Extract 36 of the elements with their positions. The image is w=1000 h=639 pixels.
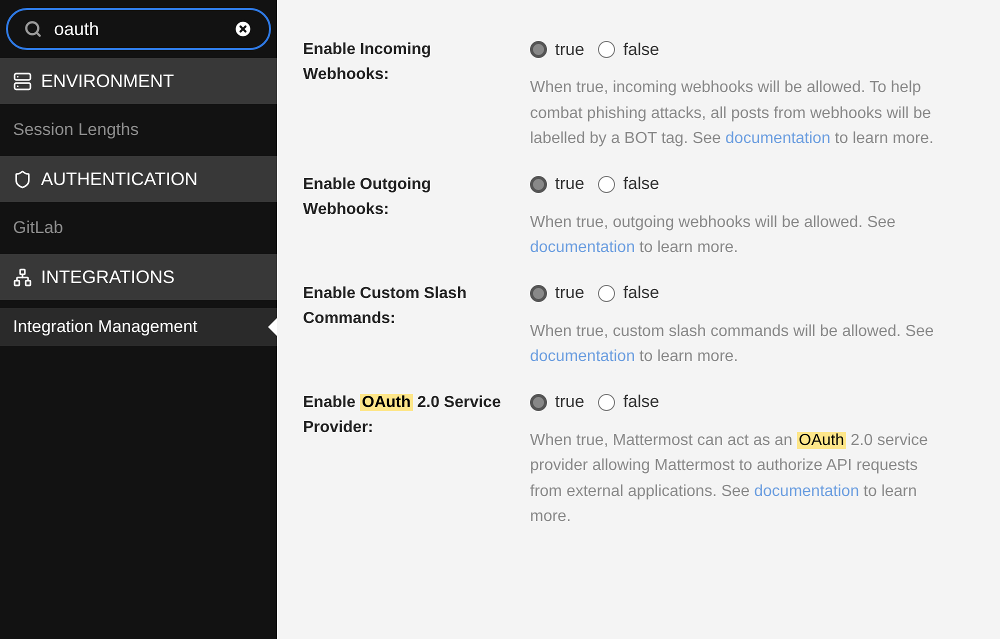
radio-icon[interactable] [598, 41, 616, 58]
help-text: When true, custom slash commands will be allowed. See documentation to learn more. [530, 322, 935, 367]
help-text: When true, outgoing webhooks will be allowed. See documentation to learn more. [530, 212, 897, 258]
help-text: When true, Mattermost can act as an OAuth 2.0 service provider allowing Mattermost to authorize API requests from external applications. See documentation to learn more. [530, 430, 929, 527]
radio-option[interactable]: false [598, 171, 660, 197]
section-header: INTEGRATIONS [0, 254, 277, 300]
radio-option[interactable]: true [530, 389, 584, 415]
section-header: ENVIRONMENT [0, 58, 277, 104]
sidebar-item[interactable]: Integration Management [0, 308, 277, 346]
setting-label: Enable Custom Slash Commands: [303, 284, 468, 328]
radio-option[interactable]: false [598, 389, 660, 415]
help-text: When true, incoming webhooks will be allowed. To help combat phishing attacks, all posts from webhooks will be labelled by a BOT tag. See documentation to learn more. [530, 78, 935, 149]
radio-option[interactable]: true [530, 171, 584, 197]
radio-option[interactable]: false [598, 36, 660, 62]
radio-icon[interactable] [530, 41, 547, 58]
sitemap-icon [13, 268, 32, 286]
setting-label: Enable Outgoing Webhooks: [303, 174, 432, 220]
setting-label: Enable OAuth 2.0 Service Provider: [303, 392, 502, 438]
search-icon [24, 20, 42, 38]
clear-icon[interactable] [233, 19, 253, 39]
sidebar-item[interactable]: GitLab [0, 202, 277, 254]
setting-label: Enable Incoming Webhooks: [303, 40, 432, 85]
sidebar-item[interactable]: Session Lengths [0, 104, 277, 156]
radio-icon[interactable] [598, 176, 616, 192]
radio-icon[interactable] [598, 284, 616, 302]
radio-option[interactable]: false [598, 280, 660, 306]
shield-icon [13, 170, 32, 188]
radio-option[interactable]: true [530, 36, 584, 62]
radio-icon[interactable] [530, 284, 547, 302]
radio-icon[interactable] [530, 394, 547, 410]
radio-option[interactable]: true [530, 280, 584, 306]
search-field[interactable]: oauth [6, 8, 271, 50]
radio-icon[interactable] [530, 176, 547, 192]
server-icon [13, 72, 32, 90]
radio-icon[interactable] [598, 394, 616, 410]
section-header: AUTHENTICATION [0, 156, 277, 202]
